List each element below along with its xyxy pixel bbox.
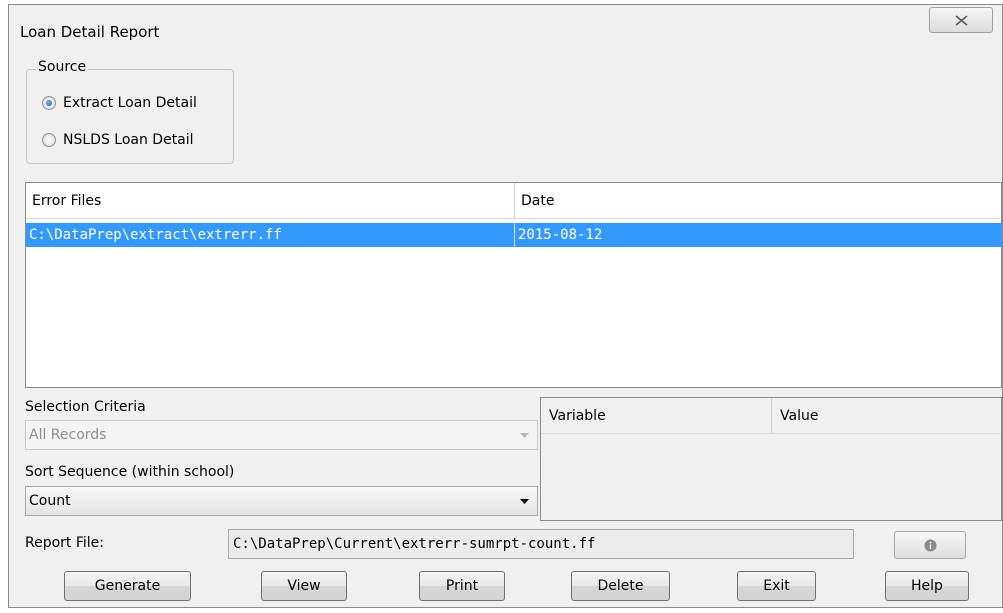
source-groupbox <box>26 69 234 164</box>
close-icon <box>955 15 968 26</box>
info-button[interactable] <box>894 531 966 559</box>
report-file-field[interactable]: C:\DataPrep\Current\extrerr-sumrpt-count… <box>228 529 854 559</box>
column-header-date[interactable]: Date <box>514 183 1000 219</box>
selection-criteria-value: All Records <box>29 427 107 443</box>
generate-button[interactable]: Generate <box>64 571 191 601</box>
help-button[interactable]: Help <box>885 571 969 601</box>
view-button[interactable]: View <box>261 571 347 601</box>
selection-criteria-label: Selection Criteria <box>25 399 146 415</box>
info-icon <box>924 539 937 552</box>
table-row[interactable]: C:\DataPrep\extract\extrerr.ff 2015-08-1… <box>26 223 1002 247</box>
sort-sequence-dropdown[interactable]: Count <box>25 486 538 516</box>
radio-label: Extract Loan Detail <box>63 95 197 111</box>
loan-detail-report-dialog: Loan Detail Report Source Extract Loan D… <box>8 4 1003 608</box>
source-legend: Source <box>36 59 89 75</box>
selection-criteria-dropdown[interactable]: All Records <box>25 420 538 450</box>
cell-error-file: C:\DataPrep\extract\extrerr.ff <box>29 227 282 243</box>
variable-value-table[interactable]: Variable Value <box>540 397 1002 521</box>
sort-sequence-value: Count <box>29 493 71 509</box>
column-header-value[interactable]: Value <box>771 398 1001 434</box>
report-file-label: Report File: <box>25 535 105 551</box>
radio-label: NSLDS Loan Detail <box>63 132 194 148</box>
exit-button[interactable]: Exit <box>737 571 816 601</box>
radio-button-checked[interactable] <box>42 96 56 110</box>
radio-extract-loan-detail[interactable]: Extract Loan Detail <box>42 95 197 111</box>
title-bar: Loan Detail Report <box>9 5 1002 57</box>
sort-sequence-label: Sort Sequence (within school) <box>25 464 235 480</box>
delete-button[interactable]: Delete <box>571 571 670 601</box>
radio-nslds-loan-detail[interactable]: NSLDS Loan Detail <box>42 132 194 148</box>
column-header-error-files[interactable]: Error Files <box>26 183 514 219</box>
close-button[interactable] <box>929 7 993 33</box>
column-header-variable[interactable]: Variable <box>541 398 771 434</box>
print-button[interactable]: Print <box>419 571 505 601</box>
chevron-down-icon <box>520 499 529 504</box>
cell-date: 2015-08-12 <box>514 223 1000 247</box>
window-title: Loan Detail Report <box>20 23 160 41</box>
radio-button-unchecked[interactable] <box>42 133 56 147</box>
error-files-table[interactable]: Error Files Date C:\DataPrep\extract\ext… <box>25 182 1002 388</box>
chevron-down-icon <box>520 433 529 438</box>
